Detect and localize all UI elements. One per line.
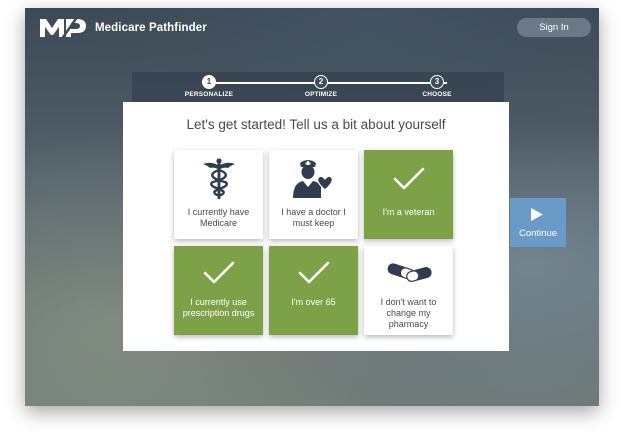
continue-button[interactable]: Continue [510,198,566,247]
progress-stepper: 1 PERSONALIZE 2 OPTIMIZE 3 CHOOSE [132,72,504,102]
play-triangle-icon [531,208,543,221]
step-choose[interactable]: 3 CHOOSE [392,75,482,98]
step-label: CHOOSE [422,91,452,98]
tile-doctor-must-keep[interactable]: I have a doctor I must keep [269,150,358,239]
checkmark-icon [393,167,424,190]
checkmark-icon [203,261,234,284]
tile-veteran[interactable]: I'm a veteran [364,150,453,239]
step-label: PERSONALIZE [184,91,234,98]
step-number: 2 [314,75,328,89]
mp-logo-icon [40,18,86,38]
pills-icon [387,263,432,282]
tile-over-65[interactable]: I'm over 65 [269,246,358,335]
step-number: 3 [430,75,444,89]
questionnaire-card: Let's get started! Tell us a bit about y… [123,102,509,351]
brand-name: Medicare Pathfinder [95,22,207,34]
tile-label: I'm over 65 [291,297,336,307]
step-optimize[interactable]: 2 OPTIMIZE [276,75,366,98]
tile-label: I don't want to change my pharmacy [380,297,437,329]
tile-keep-pharmacy[interactable]: I don't want to change my pharmacy [364,246,453,335]
caduceus-icon [202,158,235,199]
step-personalize[interactable]: 1 PERSONALIZE [164,75,254,98]
app-window: Medicare Pathfinder Sign In 1 PERSONALIZ… [25,8,599,406]
tile-label: I currently have Medicare [187,207,250,228]
logo[interactable]: Medicare Pathfinder [39,17,207,39]
tile-have-medicare[interactable]: I currently have Medicare [174,150,263,239]
tile-prescription-drugs[interactable]: I currently use prescription drugs [174,246,263,335]
page-title: Let's get started! Tell us a bit about y… [186,117,446,132]
sign-in-button[interactable]: Sign In [517,18,591,37]
checkmark-icon [298,261,329,284]
tile-label: I currently use prescription drugs [182,297,255,318]
continue-label: Continue [518,228,558,239]
tile-label: I have a doctor I must keep [281,207,346,228]
step-label: OPTIMIZE [304,91,338,98]
doctor-heart-icon [292,160,333,198]
step-number: 1 [202,75,216,89]
tile-label: I'm a veteran [382,207,435,217]
